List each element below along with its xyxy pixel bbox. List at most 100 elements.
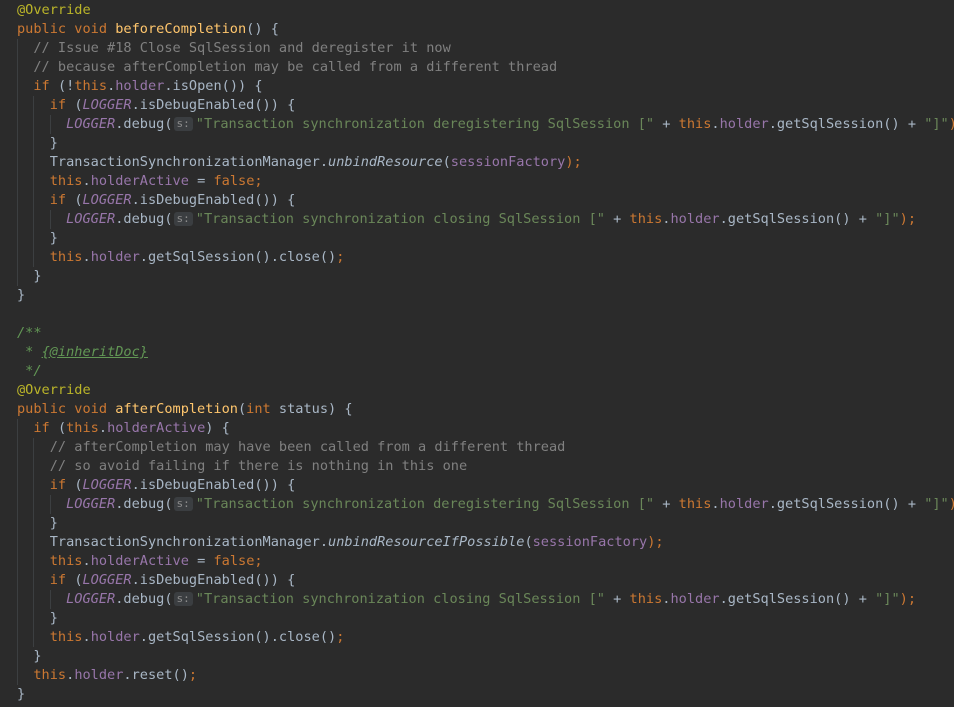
code-token: LOGGER xyxy=(66,116,116,132)
code-token: + xyxy=(654,496,679,512)
code-token: "]" xyxy=(924,496,949,512)
code-line[interactable]: if (LOGGER.isDebugEnabled()) { xyxy=(2,571,954,590)
code-token: if xyxy=(33,420,58,436)
code-token: + xyxy=(654,116,679,132)
indent-guide xyxy=(17,77,18,96)
indent-guide xyxy=(49,210,51,229)
code-line[interactable]: } xyxy=(2,609,954,628)
code-token: ); xyxy=(899,211,917,227)
code-token: */ xyxy=(17,363,42,379)
code-line[interactable]: } xyxy=(2,685,954,704)
code-token: @Override xyxy=(17,382,91,398)
code-line[interactable]: LOGGER.debug(s: "Transaction synchronizat… xyxy=(2,115,954,134)
indent-guide xyxy=(17,419,18,438)
code-line[interactable]: public void beforeCompletion() { xyxy=(2,20,954,39)
code-token: .getSqlSession() + xyxy=(719,211,876,227)
indent-guide xyxy=(17,476,18,495)
indent-guide xyxy=(17,571,18,590)
code-token: ); xyxy=(899,591,917,607)
code-token: "]" xyxy=(875,211,900,227)
code-token: {@inheritDoc} xyxy=(41,344,148,360)
code-line[interactable]: // afterCompletion may have been called … xyxy=(2,438,954,457)
code-area[interactable]: @Override public void beforeCompletion() … xyxy=(2,1,954,704)
code-line[interactable]: LOGGER.debug(s: "Transaction synchronizat… xyxy=(2,590,954,609)
code-line[interactable]: * {@inheritDoc} xyxy=(2,343,954,362)
indent-guide xyxy=(33,248,35,267)
code-line[interactable]: if (LOGGER.isDebugEnabled()) { xyxy=(2,476,954,495)
code-line[interactable]: if (LOGGER.isDebugEnabled()) { xyxy=(2,96,954,115)
code-line[interactable]: if (LOGGER.isDebugEnabled()) { xyxy=(2,191,954,210)
code-line[interactable]: // because afterCompletion may be called… xyxy=(2,58,954,77)
code-line[interactable]: if (this.holderActive) { xyxy=(2,419,954,438)
code-line[interactable]: // Issue #18 Close SqlSession and deregi… xyxy=(2,39,954,58)
code-line[interactable]: LOGGER.debug(s: "Transaction synchronizat… xyxy=(2,210,954,229)
code-token: .getSqlSession() + xyxy=(719,591,876,607)
code-line[interactable]: } xyxy=(2,229,954,248)
code-line[interactable]: this.holder.reset(); xyxy=(2,666,954,685)
code-line[interactable]: TransactionSynchronizationManager.unbind… xyxy=(2,533,954,552)
indent-guide xyxy=(17,666,18,685)
code-token: holderActive xyxy=(90,553,189,569)
code-token: LOGGER xyxy=(82,97,132,113)
code-token: ); xyxy=(949,496,954,512)
code-line[interactable]: this.holderActive = false; xyxy=(2,552,954,571)
indent-guide xyxy=(17,210,18,229)
code-token: . xyxy=(711,116,720,132)
code-line[interactable]: this.holder.getSqlSession().close(); xyxy=(2,248,954,267)
parameter-hint: s: xyxy=(173,497,193,511)
code-line[interactable]: TransactionSynchronizationManager.unbind… xyxy=(2,153,954,172)
indent-guide xyxy=(33,552,35,571)
code-line[interactable]: } xyxy=(2,286,954,305)
code-token: } xyxy=(33,648,42,664)
code-line[interactable]: } xyxy=(2,134,954,153)
code-line[interactable]: this.holder.getSqlSession().close(); xyxy=(2,628,954,647)
code-token: + xyxy=(604,211,630,227)
indent-guide xyxy=(17,438,18,457)
code-token: holder xyxy=(74,667,124,683)
indent-guide xyxy=(33,628,35,647)
code-token: if xyxy=(49,572,75,588)
code-line[interactable]: } xyxy=(2,267,954,286)
code-token: .debug( xyxy=(115,496,173,512)
indent-guide xyxy=(33,514,35,533)
indent-guide xyxy=(17,267,18,286)
code-token: this xyxy=(74,78,108,94)
code-token: int xyxy=(246,401,279,417)
code-token: } xyxy=(17,686,26,702)
code-token: LOGGER xyxy=(66,211,116,227)
code-token: holder xyxy=(90,249,140,265)
indent-guide xyxy=(17,172,18,191)
code-token: .isDebugEnabled()) { xyxy=(131,477,296,493)
code-line[interactable]: @Override xyxy=(2,381,954,400)
code-token: holder xyxy=(719,496,769,512)
code-token: sessionFactory xyxy=(450,154,566,170)
code-editor[interactable]: @Override public void beforeCompletion() … xyxy=(0,0,954,707)
code-token: unbindResourceIfPossible xyxy=(328,534,525,550)
code-token: /** xyxy=(17,325,42,341)
code-token: ( xyxy=(57,420,67,436)
code-token: "Transaction synchronization deregisteri… xyxy=(195,496,655,512)
code-token: . xyxy=(98,420,108,436)
code-line[interactable]: */ xyxy=(2,362,954,381)
code-line[interactable]: @Override xyxy=(2,1,954,20)
parameter-hint: s: xyxy=(173,117,193,131)
code-line[interactable]: LOGGER.debug(s: "Transaction synchronizat… xyxy=(2,495,954,514)
indent-guide xyxy=(17,590,18,609)
code-line[interactable]: /** xyxy=(2,324,954,343)
code-token: this xyxy=(33,667,67,683)
code-token: ; xyxy=(188,667,198,683)
code-line[interactable]: public void afterCompletion(int status) … xyxy=(2,400,954,419)
code-token: ( xyxy=(74,192,83,208)
code-line[interactable]: // so avoid failing if there is nothing … xyxy=(2,457,954,476)
code-line[interactable]: } xyxy=(2,647,954,666)
code-line[interactable]: if (!this.holder.isOpen()) { xyxy=(2,77,954,96)
code-token: holderActive xyxy=(107,420,206,436)
code-line[interactable]: this.holderActive = false; xyxy=(2,172,954,191)
indent-guide xyxy=(17,248,18,267)
code-line[interactable]: } xyxy=(2,514,954,533)
code-token: .isOpen()) { xyxy=(164,78,263,94)
indent-guide xyxy=(17,514,18,533)
indent-guide xyxy=(17,134,18,153)
code-token: holder xyxy=(719,116,769,132)
code-line[interactable] xyxy=(2,305,954,324)
